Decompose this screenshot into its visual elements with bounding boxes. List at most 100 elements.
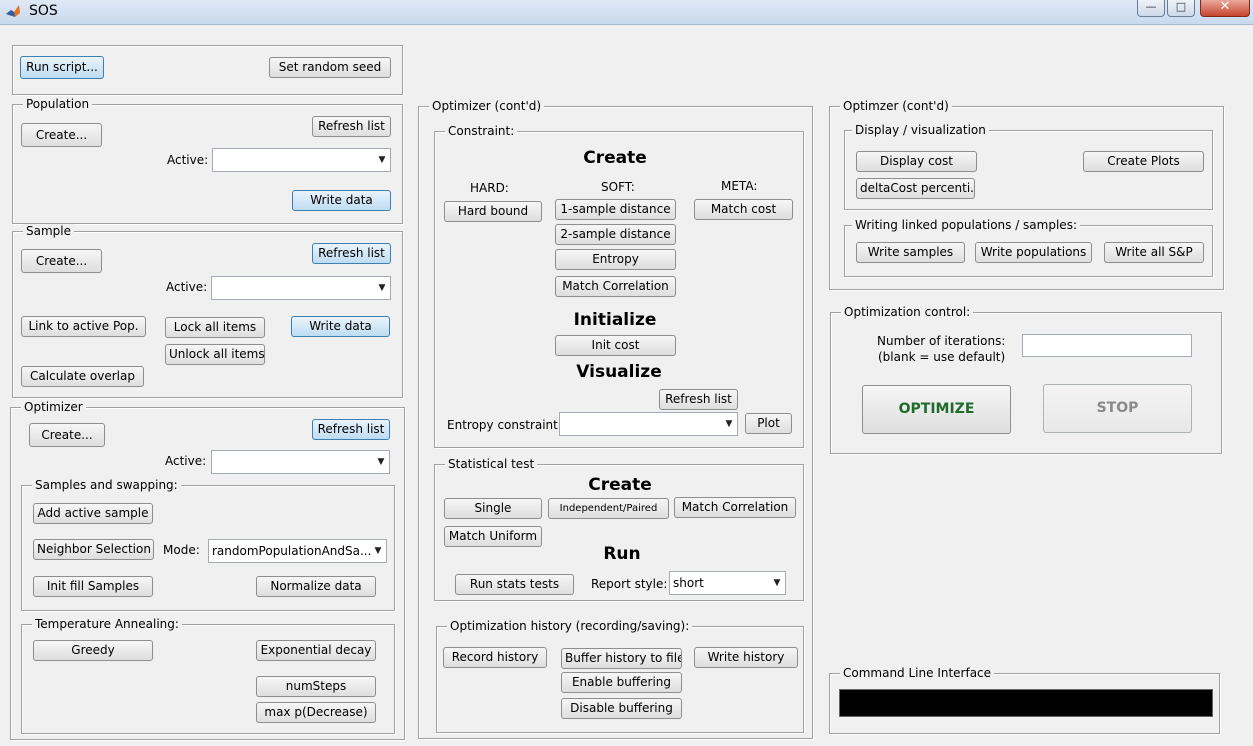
stop-button[interactable]: STOP — [1043, 384, 1192, 433]
optimizer-refresh-button[interactable]: Refresh list — [312, 419, 390, 440]
report-style-select[interactable]: short ▼ — [669, 571, 786, 595]
iterations-hint-label: (blank = use default) — [878, 350, 1006, 364]
constraint-panel: Constraint: Create HARD: SOFT: META: Har… — [434, 124, 804, 448]
optimizer-title: Optimizer — [21, 400, 86, 414]
optimizer-active-select[interactable]: ▼ — [211, 450, 390, 474]
population-create-button[interactable]: Create... — [21, 123, 102, 147]
create-plots-button[interactable]: Create Plots — [1083, 151, 1204, 172]
matlab-logo-icon — [6, 5, 20, 17]
population-refresh-button[interactable]: Refresh list — [312, 116, 391, 137]
max-p-decrease-button[interactable]: max p(Decrease) — [256, 702, 376, 723]
mode-label: Mode: — [163, 543, 200, 557]
add-active-sample-button[interactable]: Add active sample — [33, 503, 153, 524]
entropy-button[interactable]: Entropy — [555, 249, 676, 270]
lock-all-items-button[interactable]: Lock all items — [165, 317, 265, 338]
neighbor-selection-button[interactable]: Neighbor Selection — [33, 539, 154, 560]
match-uniform-button[interactable]: Match Uniform — [444, 526, 542, 547]
enable-buffering-button[interactable]: Enable buffering — [561, 672, 682, 693]
mode-select[interactable]: randomPopulationAndSa... ▼ — [208, 539, 387, 563]
population-active-label: Active: — [167, 153, 209, 167]
write-all-s-and-p-button[interactable]: Write all S&P — [1104, 242, 1204, 263]
optimizer-contd-title: Optimizer (cont'd) — [429, 99, 545, 113]
optimizer-contd-right-title: Optimzer (cont'd) — [840, 99, 952, 113]
optimizer-create-button[interactable]: Create... — [29, 423, 105, 447]
two-sample-distance-button[interactable]: 2-sample distance — [555, 224, 676, 245]
sample-active-select[interactable]: ▼ — [211, 276, 391, 300]
writing-linked-panel: Writing linked populations / samples: Wr… — [844, 218, 1213, 277]
plot-button[interactable]: Plot — [745, 413, 792, 434]
sample-refresh-button[interactable]: Refresh list — [312, 243, 391, 264]
entropy-constraint-select[interactable]: ▼ — [559, 412, 738, 436]
population-title: Population — [23, 97, 93, 111]
display-cost-button[interactable]: Display cost — [856, 151, 977, 172]
write-populations-button[interactable]: Write populations — [975, 242, 1092, 263]
chevron-down-icon: ▼ — [374, 546, 382, 556]
title-bar: SOS — □ ✕ — [0, 0, 1253, 25]
script-panel: Run script... Set random seed — [12, 45, 403, 95]
link-to-active-pop-button[interactable]: Link to active Pop. — [21, 316, 146, 337]
exponential-decay-button[interactable]: Exponential decay — [256, 640, 376, 661]
one-sample-distance-button[interactable]: 1-sample distance — [555, 199, 676, 220]
sample-title: Sample — [23, 224, 74, 238]
constraint-refresh-button[interactable]: Refresh list — [659, 389, 738, 410]
write-history-button[interactable]: Write history — [694, 647, 798, 668]
buffer-history-to-file-button[interactable]: Buffer history to file — [561, 648, 682, 669]
greedy-button[interactable]: Greedy — [33, 640, 153, 661]
report-style-value: short — [673, 576, 704, 590]
optimization-history-title: Optimization history (recording/saving): — [447, 619, 693, 633]
command-line-input[interactable] — [839, 689, 1213, 717]
chevron-down-icon: ▼ — [773, 578, 781, 588]
command-line-panel: Command Line Interface — [829, 666, 1220, 734]
record-history-button[interactable]: Record history — [443, 647, 547, 668]
hard-bound-button[interactable]: Hard bound — [444, 201, 542, 222]
report-style-label: Report style: — [591, 577, 668, 591]
window-title: SOS — [29, 3, 58, 19]
chevron-down-icon: ▼ — [725, 419, 733, 429]
display-visualization-panel: Display / visualization Display cost Cre… — [844, 123, 1213, 210]
match-correlation-constraint-button[interactable]: Match Correlation — [555, 276, 676, 297]
unlock-all-items-button[interactable]: Unlock all items — [165, 344, 265, 365]
meta-label: META: — [721, 179, 758, 193]
samples-swapping-panel: Samples and swapping: Add active sample … — [21, 478, 395, 611]
calculate-overlap-button[interactable]: Calculate overlap — [21, 366, 144, 387]
set-random-seed-button[interactable]: Set random seed — [269, 57, 391, 78]
run-script-button[interactable]: Run script... — [20, 56, 104, 79]
sample-create-button[interactable]: Create... — [21, 249, 102, 273]
init-cost-button[interactable]: Init cost — [555, 335, 676, 356]
iterations-input[interactable] — [1022, 334, 1192, 357]
minimize-button[interactable]: — — [1137, 0, 1165, 17]
entropy-constraint-label: Entropy constraint: — [447, 418, 562, 432]
normalize-data-button[interactable]: Normalize data — [256, 576, 376, 597]
run-stats-tests-button[interactable]: Run stats tests — [455, 574, 574, 595]
match-correlation-stat-button[interactable]: Match Correlation — [674, 497, 796, 518]
optimization-control-title: Optimization control: — [841, 305, 974, 319]
numsteps-button[interactable]: numSteps — [256, 676, 376, 697]
writing-linked-title: Writing linked populations / samples: — [852, 218, 1080, 232]
close-button[interactable]: ✕ — [1200, 0, 1250, 17]
population-write-button[interactable]: Write data — [292, 190, 391, 211]
command-line-title: Command Line Interface — [840, 666, 995, 680]
single-button[interactable]: Single — [444, 498, 542, 519]
match-cost-button[interactable]: Match cost — [694, 199, 793, 220]
maximize-button[interactable]: □ — [1167, 0, 1195, 17]
mode-value: randomPopulationAndSa... — [212, 544, 372, 558]
write-samples-button[interactable]: Write samples — [856, 242, 965, 263]
hard-label: HARD: — [470, 181, 509, 195]
optimizer-active-label: Active: — [165, 454, 207, 468]
population-active-select[interactable]: ▼ — [212, 148, 391, 172]
sample-write-button[interactable]: Write data — [291, 316, 390, 337]
optimization-history-panel: Optimization history (recording/saving):… — [436, 619, 804, 733]
population-panel: Population Create... Refresh list Active… — [12, 97, 403, 224]
independent-paired-button[interactable]: Independent/Paired — [548, 498, 669, 519]
optimize-button[interactable]: OPTIMIZE — [862, 385, 1011, 434]
chevron-down-icon: ▼ — [378, 283, 386, 293]
disable-buffering-button[interactable]: Disable buffering — [561, 698, 682, 719]
optimization-control-panel: Optimization control: Number of iteratio… — [830, 305, 1222, 454]
temperature-annealing-title: Temperature Annealing: — [32, 617, 182, 631]
stat-create-heading: Create — [588, 475, 652, 495]
samples-swapping-title: Samples and swapping: — [32, 478, 181, 492]
init-fill-samples-button[interactable]: Init fill Samples — [33, 576, 153, 597]
soft-label: SOFT: — [601, 180, 635, 194]
optimizer-contd-right-panel: Optimzer (cont'd) Display / visualizatio… — [829, 99, 1224, 290]
delta-cost-percentile-button[interactable]: deltaCost percenti... — [856, 178, 975, 199]
